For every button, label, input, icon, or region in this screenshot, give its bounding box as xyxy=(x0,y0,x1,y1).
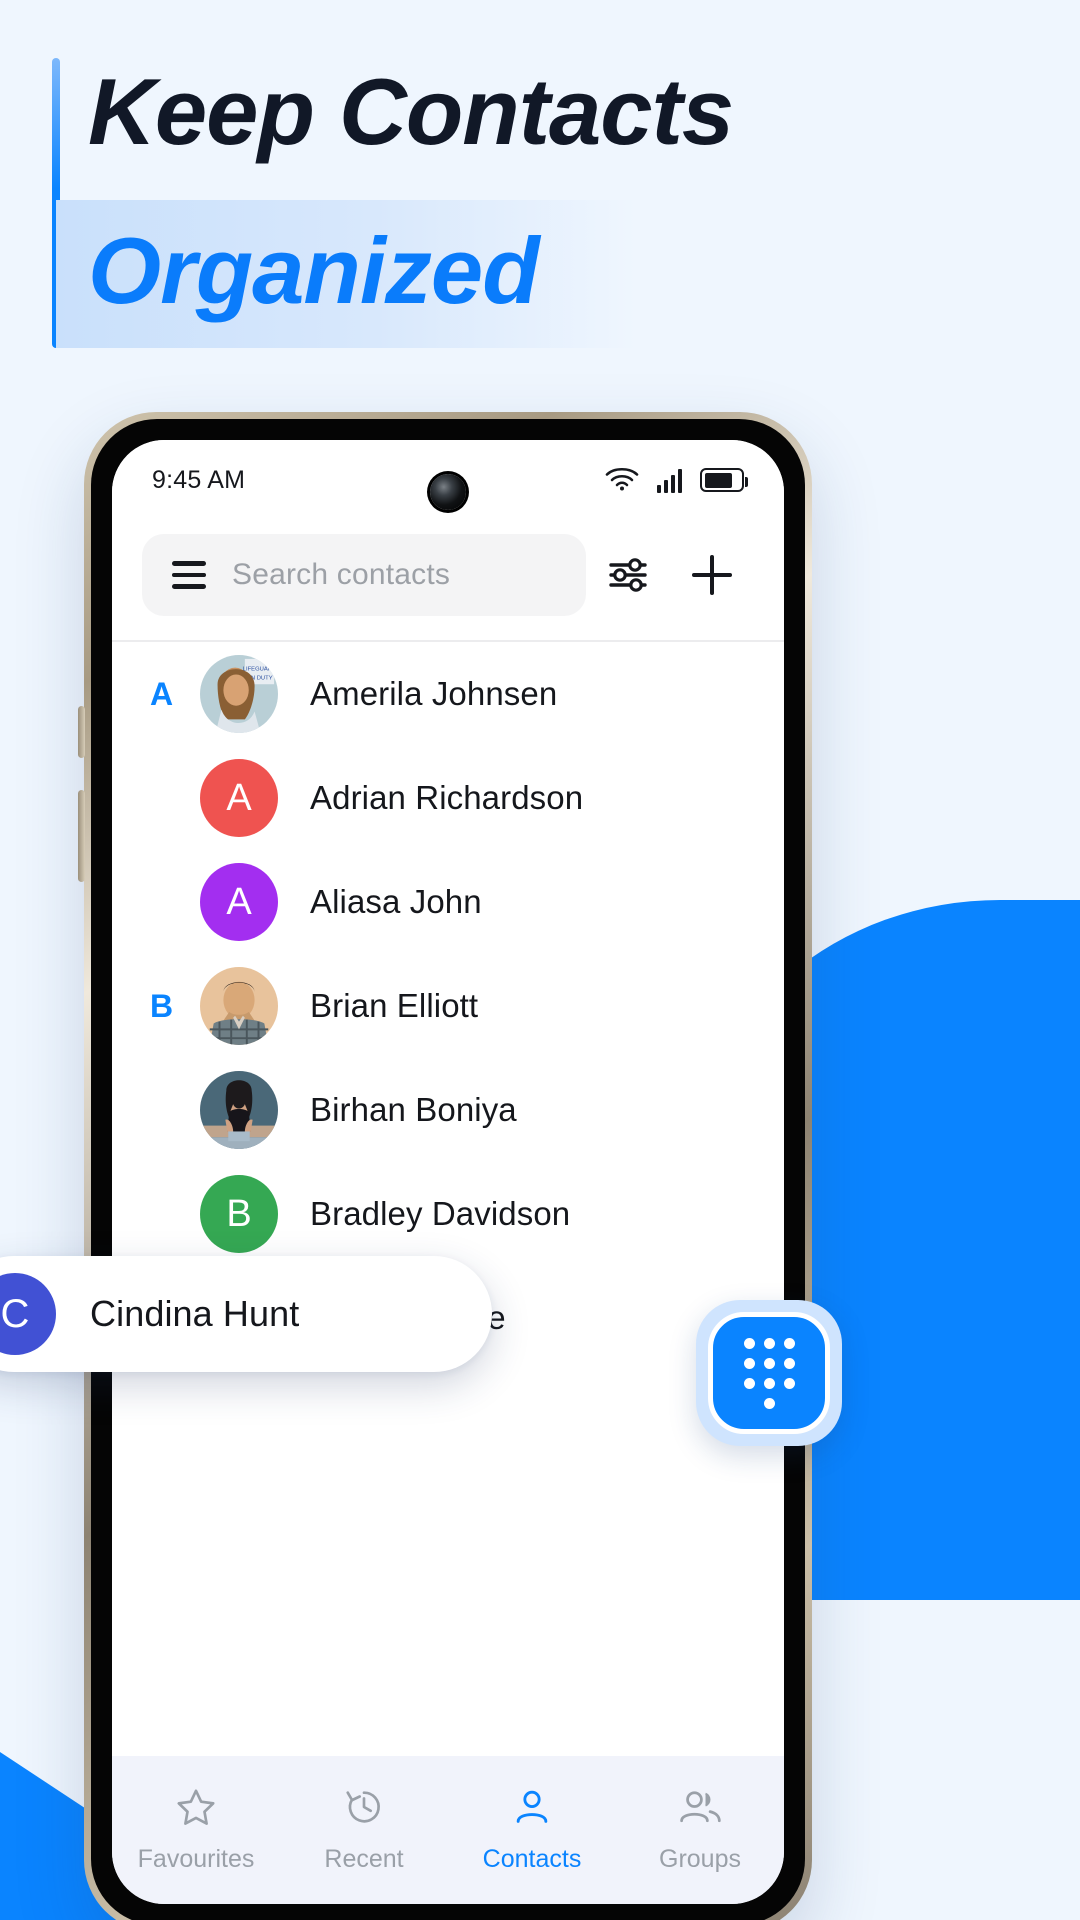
wifi-icon xyxy=(605,465,639,496)
phone-volume-button xyxy=(78,706,85,758)
contact-list-item[interactable]: A Aliasa John xyxy=(112,850,784,954)
hamburger-menu-icon[interactable] xyxy=(172,561,206,589)
headline-line-1: Keep Contacts xyxy=(88,59,734,164)
plus-icon[interactable] xyxy=(670,534,754,616)
clock-history-icon xyxy=(343,1786,385,1833)
promo-headline: Keep Contacts Organized xyxy=(0,0,1080,400)
signal-bars-icon xyxy=(657,467,682,493)
contact-list-item[interactable]: Birhan Boniya xyxy=(112,1058,784,1162)
avatar xyxy=(200,967,278,1045)
phone-bezel: 9:45 AM Search contacts A LIFEGUARD ON D… xyxy=(91,419,805,1920)
front-camera-icon xyxy=(430,474,466,510)
avatar: LIFEGUARD ON DUTY xyxy=(200,655,278,733)
phone-screen: 9:45 AM Search contacts A LIFEGUARD ON D… xyxy=(112,440,784,1904)
status-icons xyxy=(605,465,748,496)
phone-power-button xyxy=(78,790,85,882)
nav-item-contacts[interactable]: Contacts xyxy=(448,1786,616,1874)
search-input[interactable]: Search contacts xyxy=(142,534,586,616)
section-letter: A xyxy=(150,675,174,712)
status-time: 9:45 AM xyxy=(152,465,246,494)
nav-item-label: Favourites xyxy=(137,1845,255,1873)
avatar xyxy=(200,1071,278,1149)
bottom-navigation: Favourites Recent Contacts Groups xyxy=(112,1756,784,1904)
avatar: A xyxy=(200,863,278,941)
contact-list-item[interactable]: B Brian Elliott xyxy=(112,954,784,1058)
contact-list-item[interactable]: A Adrian Richardson xyxy=(112,746,784,850)
promo-screenshot: Keep Contacts Organized 9:45 AM Search c… xyxy=(0,0,1080,1920)
section-letter: B xyxy=(150,987,174,1024)
headline-line-2: Organized xyxy=(88,218,540,323)
contact-name: Bradley Davidson xyxy=(310,1195,571,1232)
person-icon xyxy=(511,1786,553,1833)
highlighted-contact-card[interactable]: C Cindina Hunt xyxy=(0,1256,492,1372)
nav-item-groups[interactable]: Groups xyxy=(616,1786,784,1874)
contact-name: Brian Elliott xyxy=(310,987,479,1024)
nav-item-favourites[interactable]: Favourites xyxy=(112,1786,280,1874)
star-icon xyxy=(175,1786,217,1833)
status-bar: 9:45 AM xyxy=(112,440,784,520)
svg-text:LIFEGUARD: LIFEGUARD xyxy=(243,667,276,673)
avatar: A xyxy=(200,759,278,837)
contact-list-item[interactable]: B Bradley Davidson xyxy=(112,1162,784,1266)
contact-name: Amerila Johnsen xyxy=(310,675,558,712)
nav-item-label: Recent xyxy=(324,1845,404,1873)
contact-name: Adrian Richardson xyxy=(310,779,584,816)
battery-icon xyxy=(700,468,748,492)
nav-item-recent[interactable]: Recent xyxy=(280,1786,448,1874)
contact-name: Aliasa John xyxy=(310,883,482,920)
search-placeholder: Search contacts xyxy=(232,558,451,591)
contact-name: Birhan Boniya xyxy=(310,1091,517,1128)
avatar: B xyxy=(200,1175,278,1253)
avatar: C xyxy=(0,1273,56,1355)
people-group-icon xyxy=(677,1786,723,1833)
dialpad-fab-button[interactable] xyxy=(708,1312,830,1434)
contact-list-item[interactable]: A LIFEGUARD ON DUTY Amerila Johnsen xyxy=(112,642,784,746)
nav-item-label: Groups xyxy=(659,1845,741,1873)
nav-item-label: Contacts xyxy=(482,1845,582,1873)
phone-frame: 9:45 AM Search contacts A LIFEGUARD ON D… xyxy=(84,412,812,1920)
dialpad-icon xyxy=(743,1337,795,1409)
filter-sliders-icon[interactable] xyxy=(586,534,670,616)
contact-name: Cindina Hunt xyxy=(90,1293,300,1334)
search-bar-row: Search contacts xyxy=(112,520,784,640)
